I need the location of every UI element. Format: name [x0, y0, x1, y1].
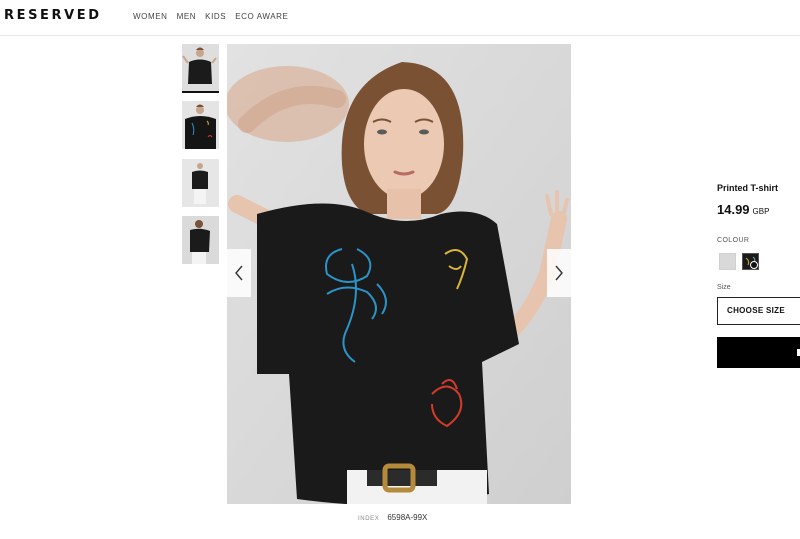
previous-image-button[interactable]: [227, 249, 251, 297]
index-label: INDEX: [358, 516, 380, 522]
chevron-left-icon: [235, 265, 243, 281]
size-select[interactable]: CHOOSE SIZE: [717, 297, 800, 325]
price-currency: GBP: [752, 207, 770, 216]
brand-logo[interactable]: RESERVED: [4, 8, 102, 23]
colour-swatch-black[interactable]: [742, 253, 759, 270]
colour-label: COLOUR: [717, 237, 750, 244]
price-amount: 14.99: [717, 202, 750, 217]
nav-women[interactable]: WOMEN: [133, 12, 168, 21]
product-title: Printed T-shirt: [717, 183, 779, 193]
index-value: 6598A-99X: [387, 513, 428, 522]
product-index: INDEX 6598A-99X: [358, 513, 427, 522]
thumbnail-1[interactable]: [182, 44, 219, 92]
thumbnail-3[interactable]: [182, 159, 219, 207]
main-nav: WOMEN MEN KIDS ECO AWARE: [133, 12, 288, 21]
selected-check-icon: [750, 261, 758, 269]
product-price: 14.99 GBP: [717, 202, 769, 217]
thumbnail-2[interactable]: [182, 101, 219, 149]
next-image-button[interactable]: [547, 249, 571, 297]
nav-men[interactable]: MEN: [177, 12, 197, 21]
site-header: RESERVED WOMEN MEN KIDS ECO AWARE: [0, 0, 800, 36]
nav-eco-aware[interactable]: ECO AWARE: [235, 12, 288, 21]
colour-swatch-grey[interactable]: [719, 253, 736, 270]
thumbnail-4[interactable]: [182, 216, 219, 264]
nav-kids[interactable]: KIDS: [205, 12, 226, 21]
product-main-image: [227, 44, 571, 504]
chevron-right-icon: [555, 265, 563, 281]
add-to-bag-button[interactable]: [717, 337, 800, 368]
size-label: Size: [717, 284, 731, 291]
model-photo: [227, 44, 571, 504]
active-thumbnail-indicator: [182, 91, 219, 93]
